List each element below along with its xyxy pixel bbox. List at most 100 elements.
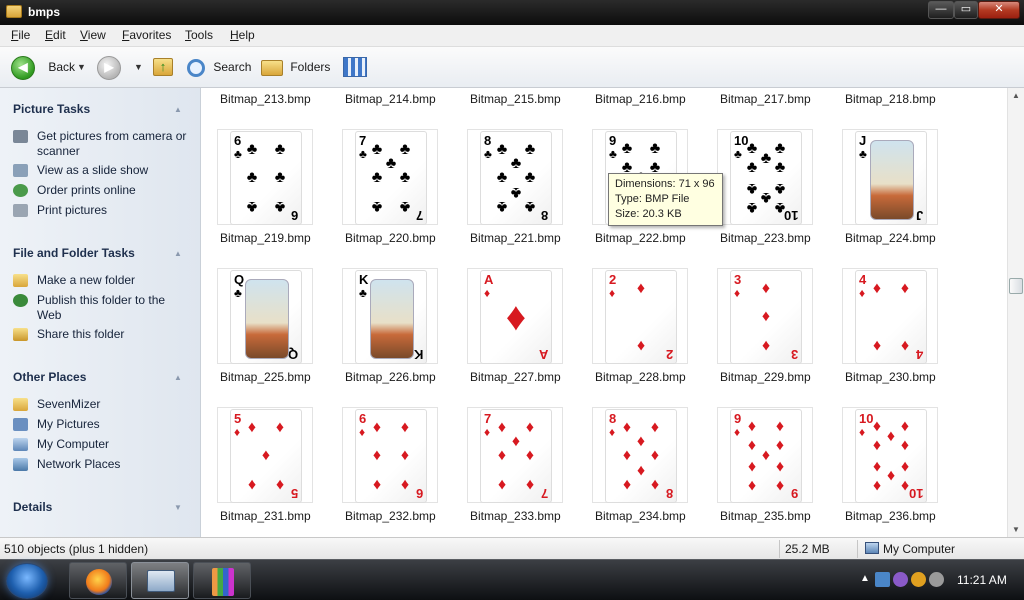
file-name-label[interactable]: Bitmap_228.bmp [595,370,686,384]
file-name-label[interactable]: Bitmap_231.bmp [220,509,311,523]
forward-dropdown-icon[interactable]: ▼ [134,55,143,79]
taskbar-firefox[interactable] [69,562,127,599]
file-thumbnail[interactable]: 10 ♦ 10 ♦ ♦ ♦ ♦ ♦ ♦ ♦ ♦ ♦ ♦ [842,407,938,503]
taskbar-paint[interactable] [193,562,251,599]
card-rank-label: 6 [415,486,423,501]
file-name-label[interactable]: Bitmap_222.bmp [595,231,686,245]
file-folder-tasks-title[interactable]: File and Folder Tasks [13,246,135,260]
expand-icon[interactable]: ▼ [174,503,182,512]
status-separator [857,540,858,558]
file-name-label[interactable]: Bitmap_236.bmp [845,509,936,523]
file-thumbnail[interactable]: J ♣ J [842,129,938,225]
file-name-label[interactable]: Bitmap_216.bmp [595,92,686,106]
minimize-button[interactable]: — [928,1,954,19]
playing-card-image: K ♣ K [355,270,427,364]
file-name-label[interactable]: Bitmap_232.bmp [345,509,436,523]
search-button[interactable]: Search [187,55,251,79]
card-rank-label: 6 [290,208,298,223]
card-suit-icon: ♦ [650,475,660,493]
picture-tasks-title[interactable]: Picture Tasks [13,102,90,116]
start-button[interactable] [6,563,48,599]
window-title: bmps [28,5,61,19]
card-rank-label: 9 [790,486,798,501]
back-button[interactable]: ◀ Back [11,55,75,80]
file-name-label[interactable]: Bitmap_217.bmp [720,92,811,106]
camera-icon [13,130,28,143]
menu-tools[interactable]: Tools [185,28,213,42]
taskbar-explorer[interactable] [131,562,189,599]
file-name-label[interactable]: Bitmap_221.bmp [470,231,561,245]
back-dropdown-icon[interactable]: ▼ [77,55,86,79]
tray-app-icon[interactable] [893,572,908,587]
file-thumbnail[interactable]: 7 ♣ 7 ♣ ♣ ♣ ♣ ♣ ♣ ♣ [342,129,438,225]
tray-app-icon[interactable] [911,572,926,587]
file-name-label[interactable]: Bitmap_226.bmp [345,370,436,384]
card-suit-icon: ♣ [274,141,286,159]
vertical-scrollbar[interactable]: ▲ ▼ [1007,88,1024,537]
title-bar[interactable]: bmps — ▭ ✕ [0,0,1024,25]
collapse-icon[interactable]: ▲ [174,373,182,382]
file-name-label[interactable]: Bitmap_213.bmp [220,92,311,106]
file-view[interactable]: Bitmap_213.bmp Bitmap_214.bmp Bitmap_215.b… [201,88,1007,537]
file-thumbnail[interactable]: 10 ♣ 10 ♣ ♣ ♣ ♣ ♣ ♣ ♣ ♣ ♣ ♣ [717,129,813,225]
card-rank-label: 8 [609,411,617,426]
scroll-down-icon[interactable]: ▼ [1008,522,1024,537]
collapse-icon[interactable]: ▲ [174,105,182,114]
maximize-button[interactable]: ▭ [954,1,978,19]
other-places-title[interactable]: Other Places [13,370,86,384]
file-thumbnail[interactable]: 6 ♣ 6 ♣ ♣ ♣ ♣ ♣ ♣ [217,129,313,225]
file-thumbnail[interactable]: 6 ♦ 6 ♦ ♦ ♦ ♦ ♦ ♦ [342,407,438,503]
file-thumbnail[interactable]: 4 ♦ 4 ♦ ♦ ♦ ♦ [842,268,938,364]
file-name-label[interactable]: Bitmap_219.bmp [220,231,311,245]
card-suit-icon: ♣ [246,197,258,215]
file-thumbnail[interactable]: 8 ♣ 8 ♣ ♣ ♣ ♣ ♣ ♣ ♣ ♣ [467,129,563,225]
file-name-label[interactable]: Bitmap_229.bmp [720,370,811,384]
file-thumbnail[interactable]: K ♣ K [342,268,438,364]
file-thumbnail[interactable]: A ♦ A ♦ [467,268,563,364]
file-thumbnail[interactable]: 7 ♦ 7 ♦ ♦ ♦ ♦ ♦ ♦ ♦ [467,407,563,503]
card-suit-icon: ♦ [650,419,660,437]
task-pane: Picture Tasks ▲ Get pictures from camera… [0,88,201,537]
file-name-label[interactable]: Bitmap_225.bmp [220,370,311,384]
menu-file[interactable]: File [11,28,30,42]
file-name-label[interactable]: Bitmap_233.bmp [470,509,561,523]
menu-favorites[interactable]: Favorites [122,28,171,42]
file-name-label[interactable]: Bitmap_227.bmp [470,370,561,384]
details-title[interactable]: Details [13,500,52,514]
file-thumbnail[interactable]: 3 ♦ 3 ♦ ♦ ♦ [717,268,813,364]
menu-view[interactable]: View [80,28,106,42]
file-name-label[interactable]: Bitmap_234.bmp [595,509,686,523]
file-name-label[interactable]: Bitmap_230.bmp [845,370,936,384]
forward-button[interactable]: ▶ [97,55,121,80]
file-name-label[interactable]: Bitmap_214.bmp [345,92,436,106]
file-thumbnail[interactable]: 5 ♦ 5 ♦ ♦ ♦ ♦ ♦ [217,407,313,503]
file-name-label[interactable]: Bitmap_220.bmp [345,231,436,245]
views-button[interactable]: ▼ [343,55,379,96]
file-name-label[interactable]: Bitmap_223.bmp [720,231,811,245]
card-suit-icon: ♦ [359,425,366,439]
file-thumbnail[interactable]: 8 ♦ 8 ♦ ♦ ♦ ♦ ♦ ♦ ♦ ♦ [592,407,688,503]
file-name-label[interactable]: Bitmap_235.bmp [720,509,811,523]
scrollbar-thumb[interactable] [1009,278,1023,294]
card-suit-icon: ♦ [872,336,882,354]
file-thumbnail[interactable]: Q ♣ Q [217,268,313,364]
card-rank-label: 9 [734,411,742,426]
clock[interactable]: 11:21 AM [957,573,1007,587]
file-thumbnail[interactable]: 2 ♦ 2 ♦ ♦ [592,268,688,364]
card-suit-icon: ♦ [747,477,757,495]
file-name-label[interactable]: Bitmap_224.bmp [845,231,936,245]
folders-button[interactable]: Folders [261,55,330,79]
collapse-icon[interactable]: ▲ [174,249,182,258]
up-folder-button[interactable]: ↑ [153,55,175,79]
volume-icon[interactable] [929,572,944,587]
network-tray-icon[interactable] [875,572,890,587]
file-thumbnail[interactable]: 9 ♦ 9 ♦ ♦ ♦ ♦ ♦ ♦ ♦ ♦ ♦ [717,407,813,503]
menu-help[interactable]: Help [230,28,255,42]
scroll-up-icon[interactable]: ▲ [1008,88,1024,103]
card-rank-label: 2 [665,347,673,362]
file-name-label[interactable]: Bitmap_215.bmp [470,92,561,106]
menu-edit[interactable]: Edit [45,28,66,42]
close-button[interactable]: ✕ [978,1,1020,19]
show-hidden-icons-icon[interactable]: ▲ [860,573,870,584]
file-name-label[interactable]: Bitmap_218.bmp [845,92,936,106]
